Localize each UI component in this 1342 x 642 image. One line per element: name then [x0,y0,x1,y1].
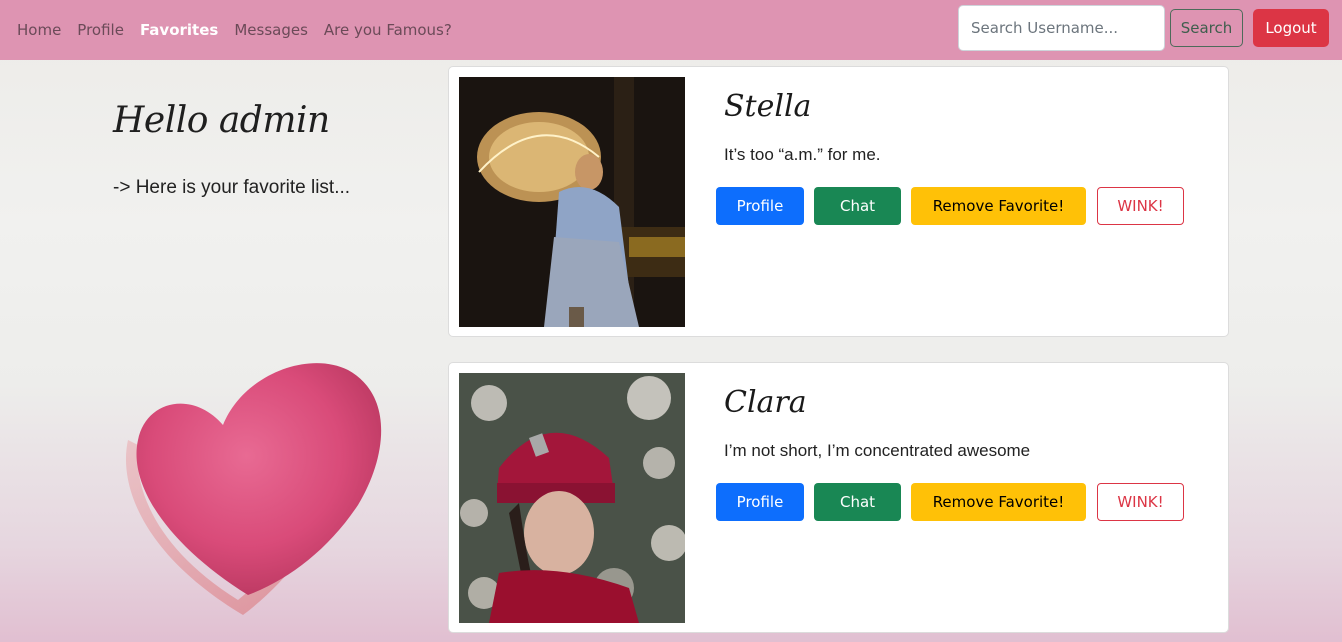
nav-link-messages[interactable]: Messages [234,21,308,39]
logout-button[interactable]: Logout [1253,9,1329,47]
chat-button[interactable]: Chat [814,187,901,225]
heart-decoration [108,345,398,635]
nav-link-are-you-famous[interactable]: Are you Famous? [324,21,452,39]
wink-button[interactable]: WINK! [1097,187,1184,225]
profile-photo [459,373,685,623]
search-input[interactable] [958,5,1165,51]
wink-button[interactable]: WINK! [1097,483,1184,521]
nav-link-profile[interactable]: Profile [77,21,124,39]
nav-links: Home Profile Favorites Messages Are you … [17,0,468,60]
favorite-name: Clara [724,385,807,420]
search-button[interactable]: Search [1170,9,1243,47]
chat-button[interactable]: Chat [814,483,901,521]
profile-button[interactable]: Profile [716,483,804,521]
greeting-subtitle: -> Here is your favorite list... [113,177,351,198]
favorite-card: Clara I’m not short, I’m concentrated aw… [448,362,1229,633]
remove-favorite-button[interactable]: Remove Favorite! [911,483,1086,521]
favorite-bio: It’s too “a.m.” for me. [724,145,881,164]
remove-favorite-button[interactable]: Remove Favorite! [911,187,1086,225]
profile-photo [459,77,685,327]
favorite-name: Stella [724,89,812,124]
greeting-title: Hello admin [113,100,330,141]
nav-link-home[interactable]: Home [17,21,61,39]
favorite-card: Stella It’s too “a.m.” for me. Profile C… [448,66,1229,337]
nav-link-favorites[interactable]: Favorites [140,21,218,39]
favorite-bio: I’m not short, I’m concentrated awesome [724,441,1031,460]
profile-button[interactable]: Profile [716,187,804,225]
navbar: Home Profile Favorites Messages Are you … [0,0,1342,60]
